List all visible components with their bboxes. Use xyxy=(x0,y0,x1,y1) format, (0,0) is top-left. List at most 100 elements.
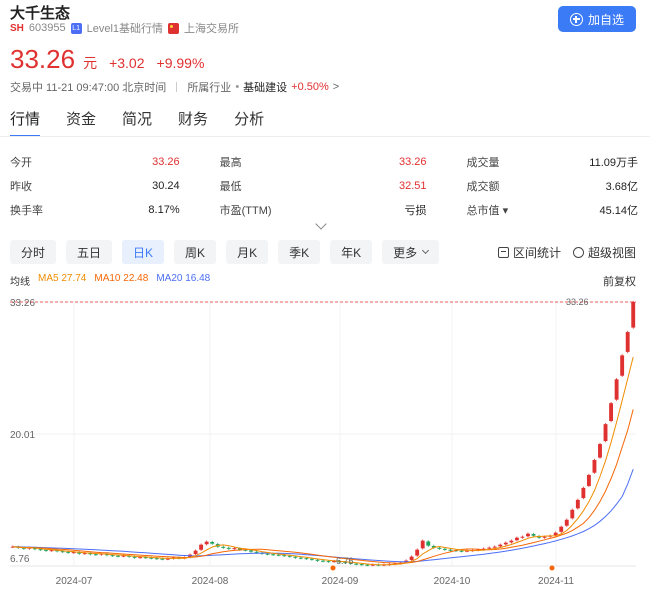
current-price: 33.26 xyxy=(10,44,76,74)
tab-capital[interactable]: 资金 xyxy=(66,108,96,137)
period-label: 更多 xyxy=(393,245,418,260)
period-label: 月K xyxy=(237,245,258,260)
tab-finance[interactable]: 财务 xyxy=(178,108,208,137)
candle-body xyxy=(38,549,43,551)
stock-code: 603955 xyxy=(28,22,66,34)
candle-body xyxy=(44,549,48,551)
candle-body xyxy=(625,332,630,352)
candle-body xyxy=(116,555,120,557)
main-tabs: 行情 资金 简况 财务 分析 xyxy=(10,108,264,137)
candle-body xyxy=(531,534,536,536)
exchange-name: 上海交易所 xyxy=(184,23,240,35)
candle-body xyxy=(492,546,497,548)
stock-meta: SH 603955 L1 Level1基础行情 上海交易所 xyxy=(10,20,239,36)
stat-label: 今开 xyxy=(10,157,32,169)
period-more-dropdown[interactable]: 更多 xyxy=(382,240,440,264)
stat-value: 3.68亿 xyxy=(605,181,638,193)
stat-value: 33.26 xyxy=(398,156,427,168)
ma5-legend: MA5 27.74 xyxy=(38,273,87,284)
candle-body xyxy=(354,563,359,565)
divider xyxy=(176,82,178,92)
candle-body xyxy=(442,548,447,550)
super-view-button[interactable]: 超级视图 xyxy=(572,244,636,261)
candle-body xyxy=(459,550,464,552)
period-label: 五日 xyxy=(77,245,102,260)
x-tick-label: 2024-07 xyxy=(56,576,93,587)
candle-body xyxy=(542,536,547,538)
candle-body xyxy=(437,547,442,549)
trading-status: 交易中 11-21 09:47:00 北京时间 xyxy=(10,82,167,94)
period-daily-k[interactable]: 日K xyxy=(122,240,165,264)
stat-label: 成交额 xyxy=(466,181,500,193)
candle-body xyxy=(282,555,287,557)
range-stats-button[interactable]: 区间统计 xyxy=(497,244,561,261)
candle-body xyxy=(603,424,608,442)
candle-body xyxy=(409,556,414,561)
status-row: 交易中 11-21 09:47:00 北京时间 所属行业 • 基础建设 +0.5… xyxy=(10,79,339,95)
period-weekly-k[interactable]: 周K xyxy=(174,240,217,264)
candle-body xyxy=(609,403,614,421)
stat-value: 30.24 xyxy=(152,180,180,192)
price-change: +3.02 xyxy=(109,55,145,71)
ma-legend: 均线 MA5 27.74 MA10 22.48 MA20 16.48 xyxy=(10,273,210,288)
candle-body xyxy=(110,555,115,557)
candle-body xyxy=(271,554,276,556)
level-text: Level1基础行情 xyxy=(86,23,164,35)
tab-profile[interactable]: 简况 xyxy=(122,108,152,137)
candle-body xyxy=(586,474,591,486)
period-label: 日K xyxy=(133,245,154,260)
range-icon xyxy=(497,247,509,258)
candle-body xyxy=(226,547,231,549)
ma20-line xyxy=(12,469,634,563)
candle-body xyxy=(293,556,298,558)
tab-divider xyxy=(0,136,650,137)
industry-change: +0.50% xyxy=(291,81,329,93)
x-tick-label: 2024-08 xyxy=(192,576,229,587)
stat-value: 11.09万手 xyxy=(589,157,638,169)
candle-body xyxy=(193,550,198,555)
x-tick-label: 2024-11 xyxy=(538,576,574,587)
kline-chart[interactable]: 33.26 20.01 6.76 33.26 6.76 2024-07 2024-08 202… xyxy=(0,290,650,600)
candle-body xyxy=(564,519,569,526)
stats-grid: 今开 33.26 最高 33.26 成交量 11.09万手 昨收 30.24 最低 32.… xyxy=(10,150,638,222)
candle-body xyxy=(326,561,331,563)
candle-body xyxy=(199,544,204,550)
candle-body xyxy=(420,540,425,549)
add-watchlist-button[interactable]: 加自选 xyxy=(558,6,636,32)
period-5day[interactable]: 五日 xyxy=(66,240,113,264)
candle-body xyxy=(415,549,420,556)
period-selector: 分时 五日 日K 周K 月K 季K 年K 更多 xyxy=(10,240,440,264)
period-monthly-k[interactable]: 月K xyxy=(226,240,269,264)
market-cap-dropdown[interactable]: 总市值 ▾ xyxy=(467,202,509,218)
candle-body xyxy=(276,554,281,556)
chevron-down-icon xyxy=(422,246,430,255)
tab-quote[interactable]: 行情 xyxy=(10,108,41,137)
industry-name-link[interactable]: 基础建设 xyxy=(243,79,287,95)
candle-body xyxy=(138,557,143,559)
max-price-marker: 33.26 xyxy=(566,297,589,307)
add-watchlist-label: 加自选 xyxy=(587,12,624,27)
candle-body xyxy=(570,509,575,519)
period-yearly-k[interactable]: 年K xyxy=(330,240,373,264)
candle-body xyxy=(66,551,71,553)
stat-label: 最低 xyxy=(219,181,242,193)
candle-body xyxy=(132,556,137,558)
candle-body xyxy=(254,551,259,553)
candle-body xyxy=(249,550,253,552)
stat-value: 亏损 xyxy=(404,205,427,217)
period-label: 季K xyxy=(289,245,310,260)
candle-body xyxy=(448,549,453,551)
period-label: 年K xyxy=(341,245,362,260)
chevron-right-icon[interactable]: > xyxy=(333,81,339,93)
candle-body xyxy=(315,559,320,561)
period-quarterly-k[interactable]: 季K xyxy=(278,240,321,264)
candle-body xyxy=(287,555,292,557)
candle-body xyxy=(598,444,602,458)
period-intraday[interactable]: 分时 xyxy=(10,240,57,264)
adjust-mode-toggle[interactable]: 前复权 xyxy=(603,273,636,289)
candle-body xyxy=(526,533,530,537)
ma10-legend: MA10 22.48 xyxy=(94,273,149,284)
candle-body xyxy=(614,379,619,400)
y-tick-label: 6.76 xyxy=(10,554,30,565)
tab-analysis[interactable]: 分析 xyxy=(234,108,264,137)
